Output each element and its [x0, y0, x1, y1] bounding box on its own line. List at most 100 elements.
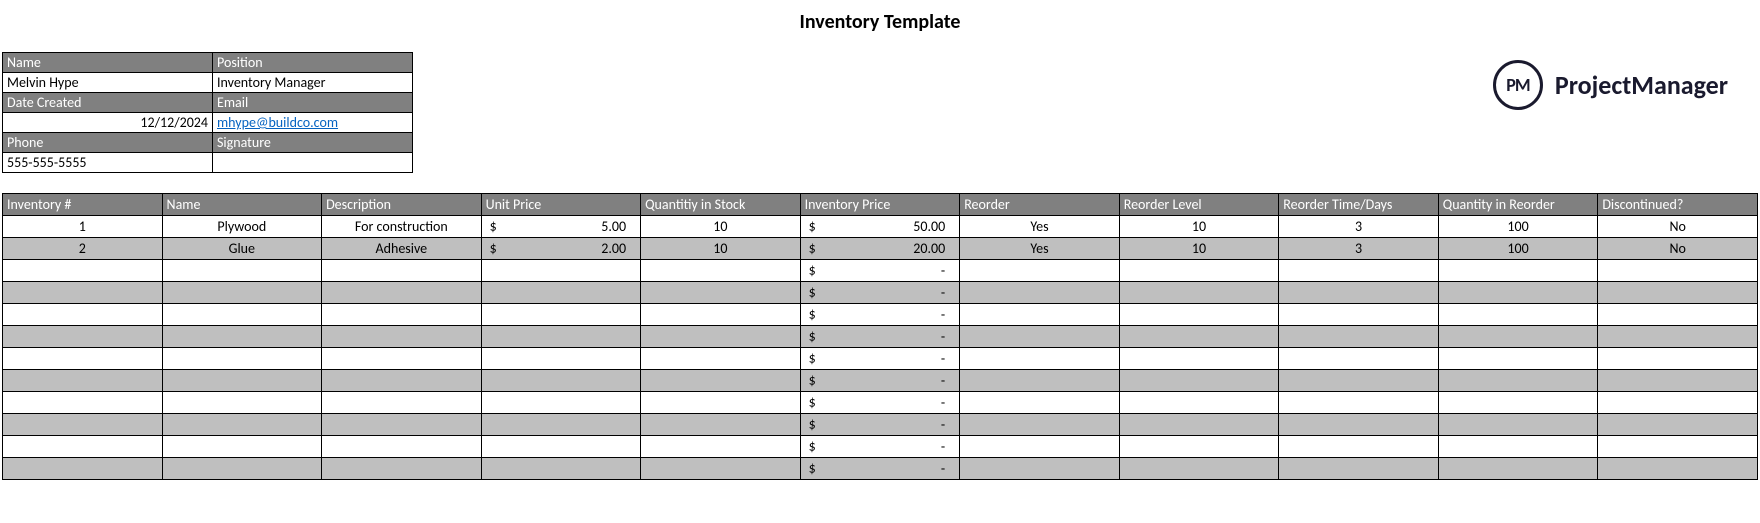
- cell-qty-reorder[interactable]: [1438, 414, 1598, 436]
- cell-name[interactable]: [162, 414, 322, 436]
- cell-description[interactable]: [322, 348, 482, 370]
- cell-inventory-num[interactable]: [3, 260, 163, 282]
- cell-discontinued[interactable]: [1598, 348, 1758, 370]
- cell-reorder-level[interactable]: [1119, 392, 1279, 414]
- cell-inventory-price[interactable]: $-: [800, 326, 960, 348]
- cell-unit-price[interactable]: [481, 392, 641, 414]
- cell-reorder-time[interactable]: [1279, 304, 1439, 326]
- cell-qty-stock[interactable]: [641, 414, 801, 436]
- info-date-value[interactable]: 12/12/2024: [3, 113, 213, 133]
- cell-reorder-time[interactable]: [1279, 392, 1439, 414]
- cell-qty-stock[interactable]: 10: [641, 216, 801, 238]
- cell-reorder-level[interactable]: [1119, 326, 1279, 348]
- cell-qty-reorder[interactable]: [1438, 326, 1598, 348]
- cell-inventory-price[interactable]: $50.00: [800, 216, 960, 238]
- cell-discontinued[interactable]: [1598, 392, 1758, 414]
- cell-reorder[interactable]: [960, 260, 1120, 282]
- cell-reorder-level[interactable]: [1119, 348, 1279, 370]
- info-signature-value[interactable]: [213, 153, 413, 173]
- cell-reorder-time[interactable]: [1279, 348, 1439, 370]
- cell-unit-price[interactable]: [481, 436, 641, 458]
- cell-unit-price[interactable]: [481, 260, 641, 282]
- cell-discontinued[interactable]: [1598, 304, 1758, 326]
- cell-qty-stock[interactable]: [641, 326, 801, 348]
- cell-reorder[interactable]: [960, 414, 1120, 436]
- cell-inventory-price[interactable]: $20.00: [800, 238, 960, 260]
- cell-description[interactable]: [322, 392, 482, 414]
- cell-unit-price[interactable]: [481, 370, 641, 392]
- cell-inventory-num[interactable]: [3, 370, 163, 392]
- cell-inventory-price[interactable]: $-: [800, 260, 960, 282]
- cell-inventory-num[interactable]: [3, 304, 163, 326]
- cell-name[interactable]: [162, 326, 322, 348]
- cell-inventory-num[interactable]: [3, 392, 163, 414]
- cell-qty-stock[interactable]: [641, 436, 801, 458]
- cell-discontinued[interactable]: [1598, 260, 1758, 282]
- cell-unit-price[interactable]: [481, 414, 641, 436]
- info-email-value[interactable]: mhype@buildco.com: [213, 113, 413, 133]
- cell-inventory-price[interactable]: $-: [800, 414, 960, 436]
- cell-reorder-time[interactable]: 3: [1279, 216, 1439, 238]
- cell-description[interactable]: [322, 304, 482, 326]
- email-link[interactable]: mhype@buildco.com: [217, 114, 338, 131]
- cell-description[interactable]: [322, 260, 482, 282]
- cell-name[interactable]: [162, 370, 322, 392]
- cell-reorder[interactable]: [960, 348, 1120, 370]
- cell-name[interactable]: [162, 458, 322, 480]
- cell-reorder-level[interactable]: 10: [1119, 238, 1279, 260]
- cell-description[interactable]: [322, 370, 482, 392]
- cell-name[interactable]: Glue: [162, 238, 322, 260]
- cell-reorder-time[interactable]: [1279, 326, 1439, 348]
- cell-name[interactable]: [162, 304, 322, 326]
- cell-inventory-num[interactable]: [3, 326, 163, 348]
- cell-reorder-time[interactable]: [1279, 282, 1439, 304]
- cell-reorder-time[interactable]: [1279, 436, 1439, 458]
- cell-unit-price[interactable]: [481, 458, 641, 480]
- cell-qty-stock[interactable]: [641, 348, 801, 370]
- cell-reorder[interactable]: [960, 458, 1120, 480]
- cell-qty-stock[interactable]: [641, 370, 801, 392]
- cell-description[interactable]: [322, 282, 482, 304]
- cell-reorder-time[interactable]: 3: [1279, 238, 1439, 260]
- cell-inventory-num[interactable]: [3, 282, 163, 304]
- cell-name[interactable]: [162, 348, 322, 370]
- cell-qty-stock[interactable]: 10: [641, 238, 801, 260]
- cell-unit-price[interactable]: [481, 348, 641, 370]
- cell-description[interactable]: [322, 458, 482, 480]
- cell-inventory-price[interactable]: $-: [800, 392, 960, 414]
- cell-inventory-price[interactable]: $-: [800, 304, 960, 326]
- cell-reorder[interactable]: [960, 304, 1120, 326]
- cell-reorder-level[interactable]: 10: [1119, 216, 1279, 238]
- cell-discontinued[interactable]: [1598, 370, 1758, 392]
- cell-description[interactable]: [322, 414, 482, 436]
- cell-inventory-num[interactable]: [3, 436, 163, 458]
- cell-name[interactable]: [162, 392, 322, 414]
- cell-qty-stock[interactable]: [641, 304, 801, 326]
- cell-reorder[interactable]: Yes: [960, 238, 1120, 260]
- cell-qty-stock[interactable]: [641, 260, 801, 282]
- cell-qty-reorder[interactable]: [1438, 304, 1598, 326]
- cell-discontinued[interactable]: No: [1598, 216, 1758, 238]
- cell-reorder[interactable]: [960, 326, 1120, 348]
- cell-inventory-price[interactable]: $-: [800, 370, 960, 392]
- cell-reorder-level[interactable]: [1119, 260, 1279, 282]
- cell-name[interactable]: Plywood: [162, 216, 322, 238]
- cell-description[interactable]: For construction: [322, 216, 482, 238]
- cell-discontinued[interactable]: [1598, 326, 1758, 348]
- cell-qty-stock[interactable]: [641, 458, 801, 480]
- cell-inventory-num[interactable]: [3, 348, 163, 370]
- cell-reorder-level[interactable]: [1119, 304, 1279, 326]
- cell-reorder[interactable]: [960, 370, 1120, 392]
- cell-inventory-price[interactable]: $-: [800, 436, 960, 458]
- cell-inventory-price[interactable]: $-: [800, 458, 960, 480]
- cell-inventory-price[interactable]: $-: [800, 282, 960, 304]
- cell-inventory-price[interactable]: $-: [800, 348, 960, 370]
- cell-name[interactable]: [162, 260, 322, 282]
- cell-discontinued[interactable]: No: [1598, 238, 1758, 260]
- cell-discontinued[interactable]: [1598, 282, 1758, 304]
- cell-unit-price[interactable]: $5.00: [481, 216, 641, 238]
- cell-reorder-time[interactable]: [1279, 414, 1439, 436]
- cell-discontinued[interactable]: [1598, 414, 1758, 436]
- cell-qty-reorder[interactable]: [1438, 392, 1598, 414]
- cell-unit-price[interactable]: $2.00: [481, 238, 641, 260]
